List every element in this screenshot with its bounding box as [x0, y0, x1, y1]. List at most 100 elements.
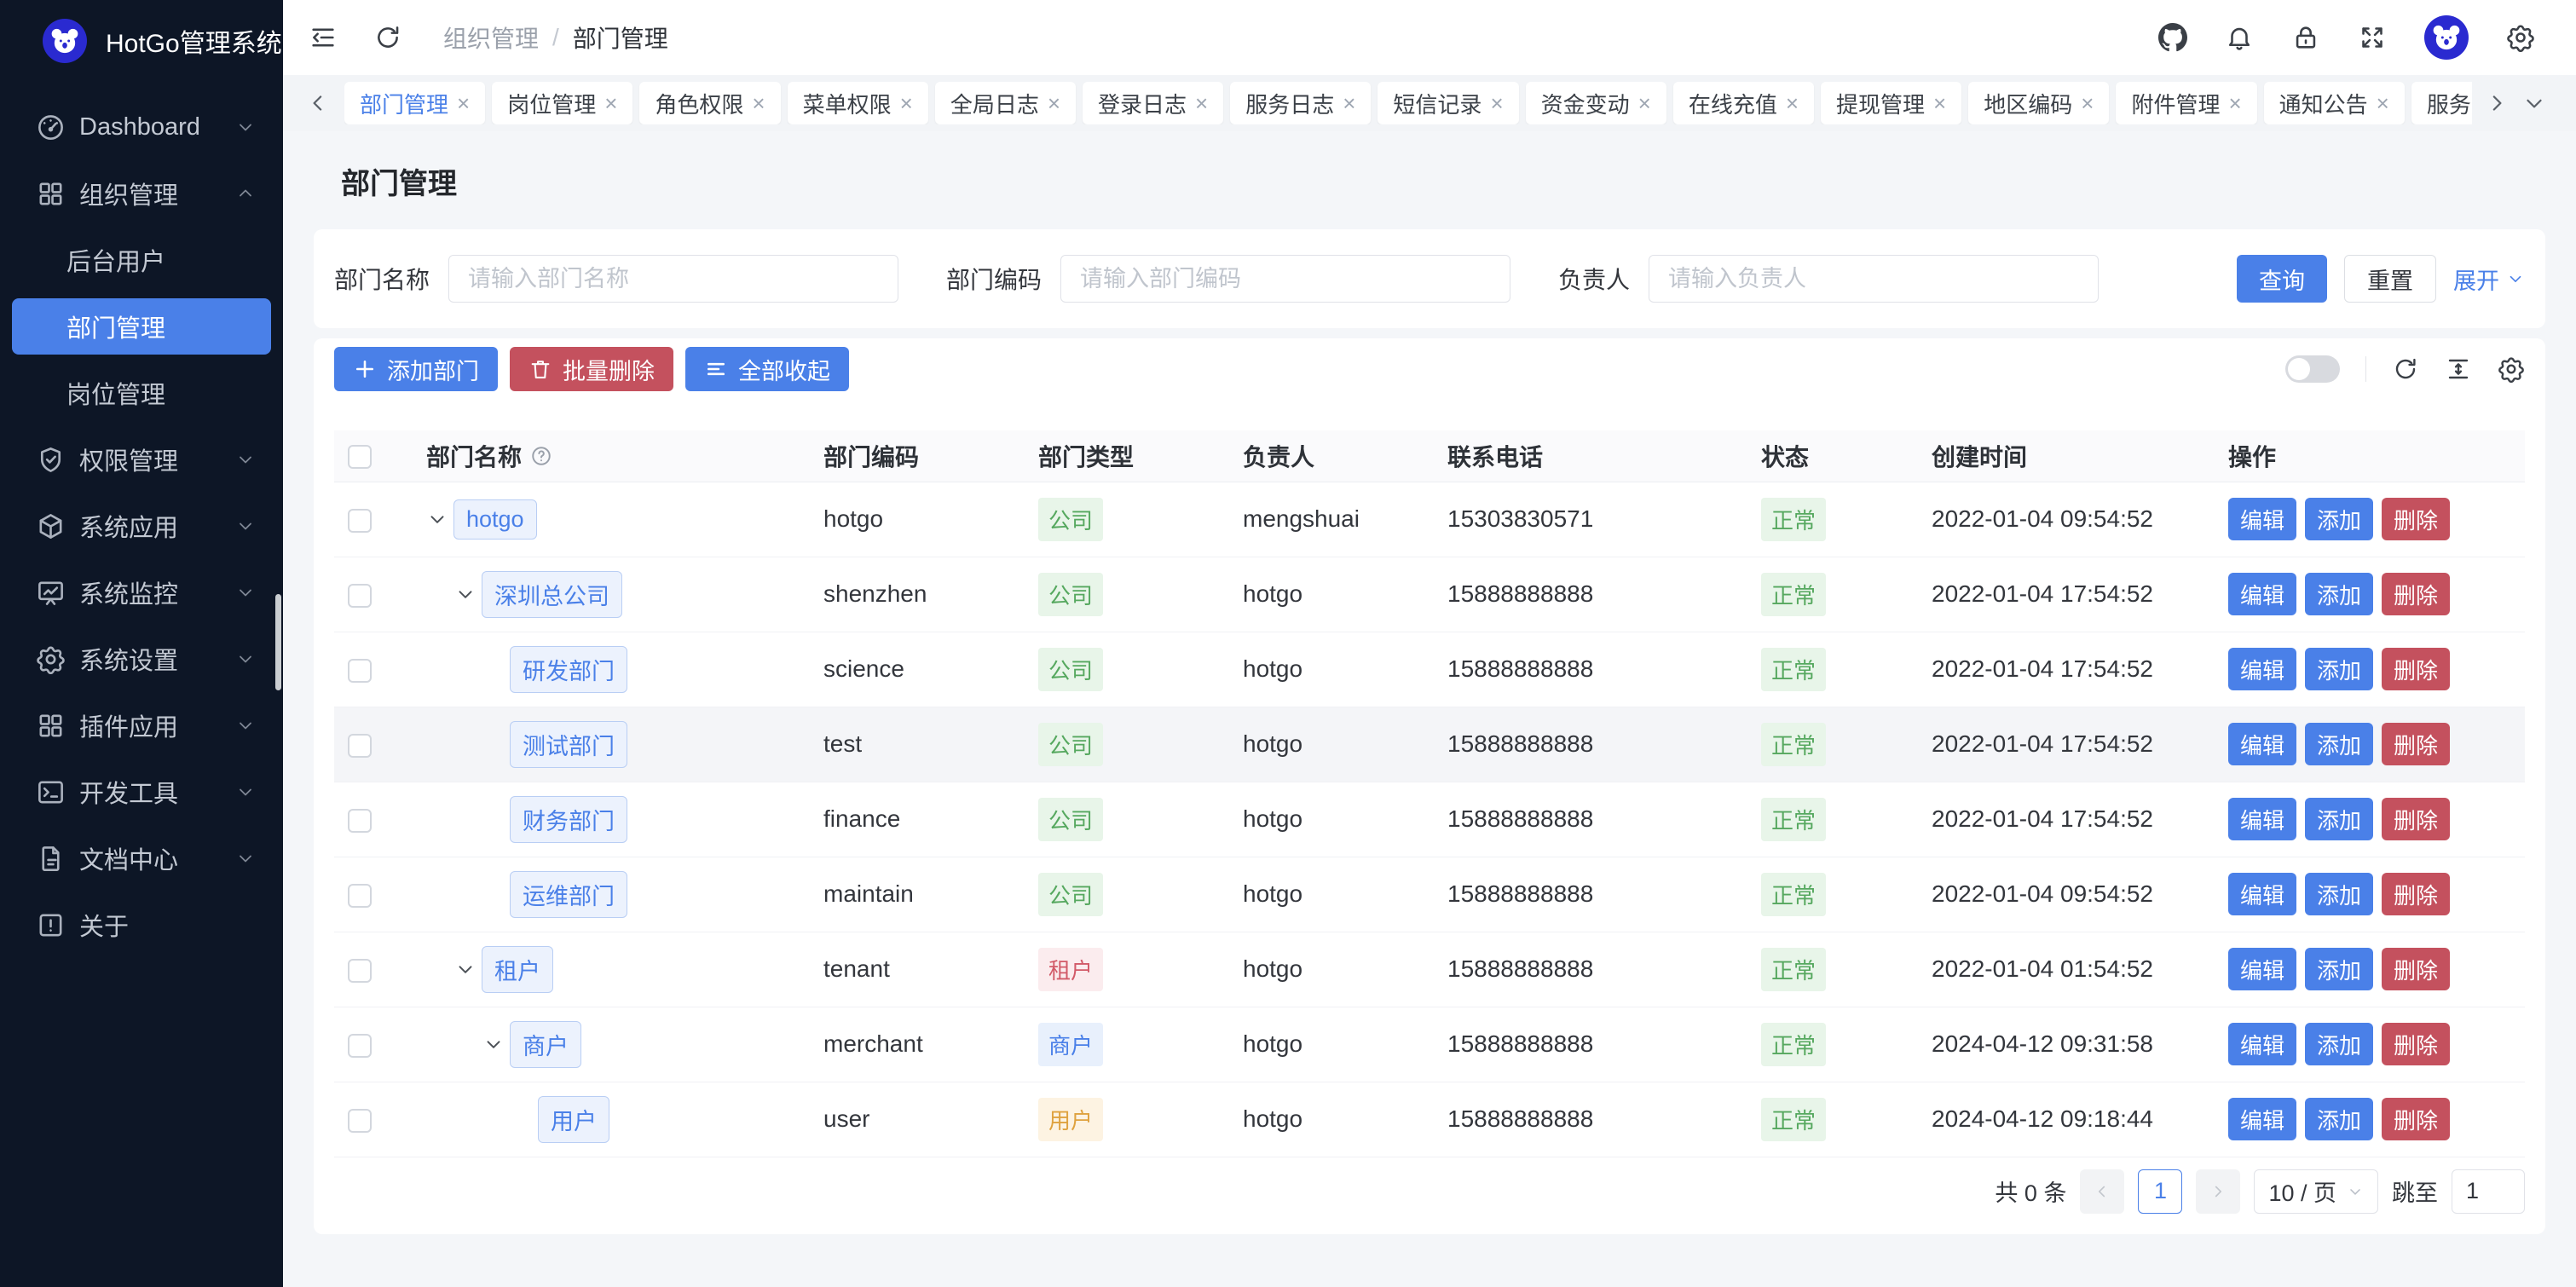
- tab-close-icon[interactable]: ×: [1195, 92, 1208, 114]
- row-edit-button[interactable]: 编辑: [2228, 498, 2296, 540]
- row-edit-button[interactable]: 编辑: [2228, 1098, 2296, 1140]
- row-add-button[interactable]: 添加: [2305, 573, 2373, 615]
- dept-name-tag[interactable]: 商户: [510, 1021, 581, 1068]
- tab-角色权限[interactable]: 角色权限×: [639, 82, 780, 124]
- row-delete-button[interactable]: 删除: [2382, 1023, 2450, 1065]
- expand-link[interactable]: 展开: [2453, 263, 2525, 296]
- tab-服务监控[interactable]: 服务监控×: [2411, 82, 2472, 124]
- dept-name-tag[interactable]: hotgo: [453, 499, 537, 540]
- row-add-button[interactable]: 添加: [2305, 648, 2373, 690]
- dept-name-tag[interactable]: 用户: [538, 1096, 609, 1143]
- add-dept-button[interactable]: 添加部门: [334, 347, 498, 391]
- sidebar-item-org-manage[interactable]: 组织管理: [12, 165, 271, 222]
- tab-附件管理[interactable]: 附件管理×: [2116, 82, 2256, 124]
- prev-page-button[interactable]: [2080, 1169, 2124, 1214]
- dept-name-tag[interactable]: 租户: [482, 946, 553, 993]
- tab-close-icon[interactable]: ×: [604, 92, 617, 114]
- tab-close-icon[interactable]: ×: [2081, 92, 2094, 114]
- tab-服务日志[interactable]: 服务日志×: [1230, 82, 1371, 124]
- search-input-dept-name[interactable]: [448, 255, 898, 303]
- tab-close-icon[interactable]: ×: [900, 92, 913, 114]
- refresh-page-icon[interactable]: [373, 23, 402, 52]
- reload-table-icon[interactable]: [2392, 355, 2419, 383]
- column-settings-gear-icon[interactable]: [2498, 355, 2525, 383]
- sidebar-item-sys-monitor[interactable]: 系统监控: [12, 564, 271, 620]
- row-checkbox[interactable]: [348, 1034, 372, 1058]
- dept-name-tag[interactable]: 测试部门: [510, 721, 627, 768]
- next-page-button[interactable]: [2196, 1169, 2240, 1214]
- tab-close-icon[interactable]: ×: [457, 92, 470, 114]
- jump-to-input[interactable]: [2452, 1169, 2525, 1214]
- row-delete-button[interactable]: 删除: [2382, 648, 2450, 690]
- tab-短信记录[interactable]: 短信记录×: [1378, 82, 1518, 124]
- tab-通知公告[interactable]: 通知公告×: [2264, 82, 2405, 124]
- tab-全局日志[interactable]: 全局日志×: [935, 82, 1076, 124]
- tab-地区编码[interactable]: 地区编码×: [1968, 82, 2109, 124]
- row-checkbox[interactable]: [348, 959, 372, 983]
- row-add-button[interactable]: 添加: [2305, 723, 2373, 765]
- current-page-button[interactable]: 1: [2138, 1169, 2182, 1214]
- row-add-button[interactable]: 添加: [2305, 873, 2373, 915]
- sidebar-scrollbar-thumb[interactable]: [275, 594, 281, 690]
- dept-name-tag[interactable]: 运维部门: [510, 871, 627, 918]
- tab-岗位管理[interactable]: 岗位管理×: [492, 82, 632, 124]
- row-checkbox[interactable]: [348, 809, 372, 833]
- tab-close-icon[interactable]: ×: [1786, 92, 1799, 114]
- reset-button[interactable]: 重置: [2344, 255, 2436, 303]
- tabs-menu-icon[interactable]: [2521, 90, 2547, 116]
- settings-gear-icon[interactable]: [2506, 23, 2535, 52]
- row-delete-button[interactable]: 删除: [2382, 948, 2450, 990]
- search-input-dept-code[interactable]: [1060, 255, 1510, 303]
- tab-部门管理[interactable]: 部门管理×: [344, 82, 485, 124]
- row-edit-button[interactable]: 编辑: [2228, 723, 2296, 765]
- row-checkbox[interactable]: [348, 1109, 372, 1133]
- dept-name-tag[interactable]: 研发部门: [510, 646, 627, 693]
- collapse-sidebar-icon[interactable]: [309, 23, 338, 52]
- row-delete-button[interactable]: 删除: [2382, 723, 2450, 765]
- tab-close-icon[interactable]: ×: [1638, 92, 1651, 114]
- tab-提现管理[interactable]: 提现管理×: [1821, 82, 1961, 124]
- row-delete-button[interactable]: 删除: [2382, 498, 2450, 540]
- tabs-scroll-right-icon[interactable]: [2484, 90, 2510, 116]
- row-checkbox[interactable]: [348, 884, 372, 908]
- row-add-button[interactable]: 添加: [2305, 1023, 2373, 1065]
- search-input-leader[interactable]: [1649, 255, 2099, 303]
- row-add-button[interactable]: 添加: [2305, 798, 2373, 840]
- sidebar-item-about[interactable]: 关于: [12, 897, 271, 953]
- row-checkbox[interactable]: [348, 509, 372, 533]
- row-edit-button[interactable]: 编辑: [2228, 1023, 2296, 1065]
- tabs-scroll-left-icon[interactable]: [305, 90, 331, 116]
- sidebar-item-sys-app[interactable]: 系统应用: [12, 498, 271, 554]
- select-all-checkbox[interactable]: [348, 445, 372, 469]
- tab-在线充值[interactable]: 在线充值×: [1673, 82, 1814, 124]
- row-checkbox[interactable]: [348, 584, 372, 608]
- tab-close-icon[interactable]: ×: [752, 92, 765, 114]
- row-add-button[interactable]: 添加: [2305, 1098, 2373, 1140]
- row-delete-button[interactable]: 删除: [2382, 798, 2450, 840]
- row-delete-button[interactable]: 删除: [2382, 873, 2450, 915]
- row-edit-button[interactable]: 编辑: [2228, 798, 2296, 840]
- row-delete-button[interactable]: 删除: [2382, 573, 2450, 615]
- row-add-button[interactable]: 添加: [2305, 498, 2373, 540]
- sidebar-item-perm-manage[interactable]: 权限管理: [12, 431, 271, 488]
- fullscreen-icon[interactable]: [2358, 23, 2387, 52]
- row-edit-button[interactable]: 编辑: [2228, 873, 2296, 915]
- sidebar-item-post-manage[interactable]: 岗位管理: [12, 365, 271, 421]
- sidebar-item-sys-setting[interactable]: 系统设置: [12, 631, 271, 687]
- row-edit-button[interactable]: 编辑: [2228, 573, 2296, 615]
- row-checkbox[interactable]: [348, 659, 372, 683]
- notifications-bell-icon[interactable]: [2225, 23, 2254, 52]
- tab-菜单权限[interactable]: 菜单权限×: [788, 82, 928, 124]
- lock-screen-icon[interactable]: [2291, 23, 2320, 52]
- dept-name-tag[interactable]: 深圳总公司: [482, 571, 622, 618]
- sidebar-item-doc-center[interactable]: 文档中心: [12, 830, 271, 886]
- row-edit-button[interactable]: 编辑: [2228, 948, 2296, 990]
- breadcrumb-parent[interactable]: 组织管理: [443, 20, 539, 55]
- row-delete-button[interactable]: 删除: [2382, 1098, 2450, 1140]
- tab-登录日志[interactable]: 登录日志×: [1083, 82, 1223, 124]
- row-edit-button[interactable]: 编辑: [2228, 648, 2296, 690]
- row-checkbox[interactable]: [348, 734, 372, 758]
- dept-name-tag[interactable]: 财务部门: [510, 796, 627, 843]
- query-button[interactable]: 查询: [2237, 255, 2327, 303]
- sidebar-item-dept-manage[interactable]: 部门管理: [12, 298, 271, 355]
